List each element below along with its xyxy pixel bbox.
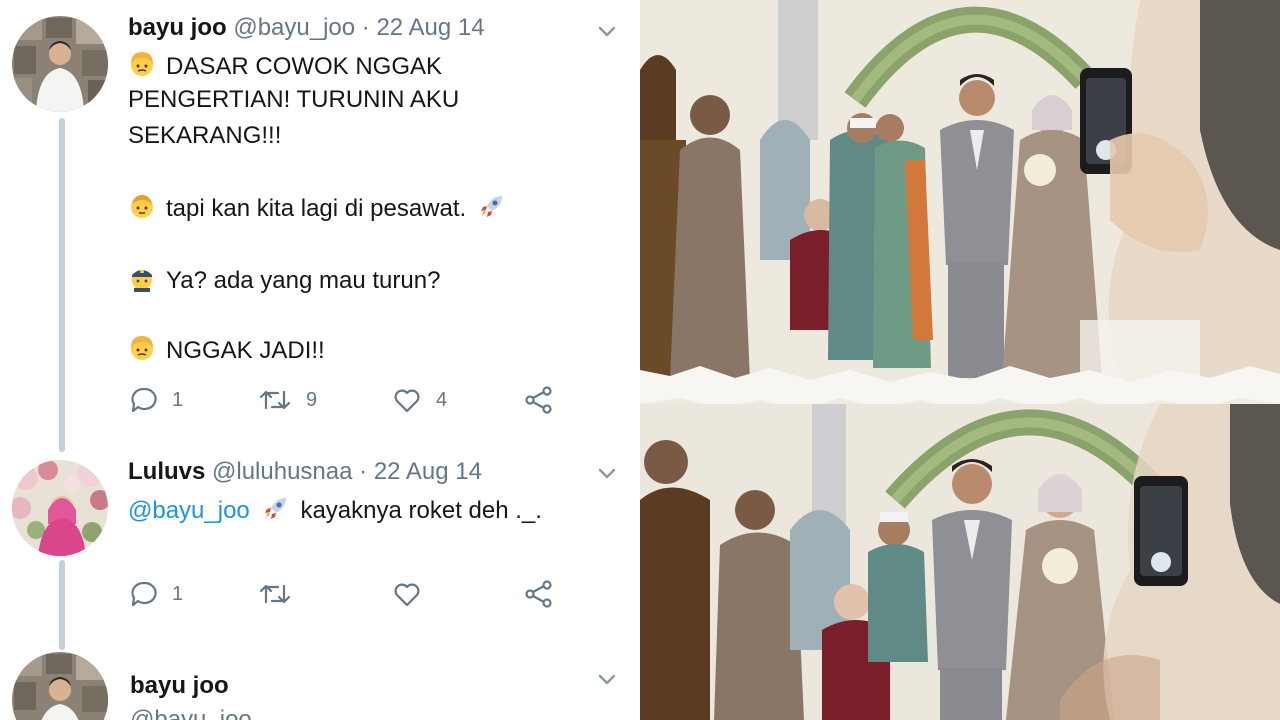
separator: ·	[352, 458, 374, 485]
wedding-photo-top	[640, 0, 1280, 380]
police-officer-emoji	[128, 264, 156, 299]
retweet-icon	[259, 390, 291, 410]
tweet-text: tapi kan kita lagi di pesawat.	[166, 195, 467, 222]
angry-blonde-emoji	[128, 334, 156, 369]
avatar[interactable]	[12, 16, 108, 112]
author-name[interactable]: Luluvs	[128, 458, 205, 485]
reply-button[interactable]: 1	[130, 580, 183, 608]
tweet-text-line: NGGAK JADI!!	[128, 334, 325, 369]
tweet-text-line: @bayu_joo kayaknya roket deh ._.	[128, 494, 542, 529]
reply-icon	[131, 387, 157, 413]
mention-link[interactable]: @bayu_joo	[128, 497, 250, 524]
tweet-text-line: PENGERTIAN! TURUNIN AKU	[128, 86, 459, 114]
author-name[interactable]: bayu joo	[128, 14, 227, 41]
author-handle[interactable]: @bayu_joo	[130, 706, 252, 720]
tweet-text: Ya? ada yang mau turun?	[166, 267, 441, 294]
chevron-down-icon[interactable]	[596, 20, 618, 42]
rocket-emoji	[478, 192, 506, 227]
share-button[interactable]	[524, 386, 554, 414]
separator: ·	[355, 14, 377, 41]
tweet-date[interactable]: 22 Aug 14	[376, 14, 484, 41]
retweet-icon	[259, 584, 291, 604]
tweet-text-line: tapi kan kita lagi di pesawat.	[128, 192, 516, 227]
tweet-thread: bayu joo @bayu_joo · 22 Aug 14 DASAR COW…	[0, 0, 640, 720]
rocket-emoji	[262, 494, 290, 529]
tweet-text: NGGAK JADI!!	[166, 337, 325, 364]
angry-blonde-emoji	[128, 50, 156, 85]
retweet-button[interactable]	[258, 580, 292, 608]
tweet-text: PENGERTIAN! TURUNIN AKU	[128, 86, 460, 113]
avatar[interactable]	[12, 652, 108, 720]
wedding-photo	[640, 0, 1280, 720]
author-handle[interactable]: @bayu_joo	[233, 14, 355, 41]
thread-connector	[59, 560, 65, 650]
wedding-photo-bottom	[640, 404, 1280, 720]
heart-icon	[394, 583, 420, 607]
share-icon	[525, 386, 552, 414]
tweet-text-line: DASAR COWOK NGGAK	[128, 50, 442, 85]
like-button[interactable]: 4	[392, 386, 447, 414]
tweet-text-line: SEKARANG!!!	[128, 122, 281, 150]
man-emoji	[128, 192, 156, 227]
tweet-text: SEKARANG!!!	[128, 122, 282, 149]
tweet-text-line: Ya? ada yang mau turun?	[128, 264, 440, 299]
tweet-text: kayaknya roket deh ._.	[300, 497, 542, 524]
author-handle[interactable]: @luluhusnaa	[212, 458, 352, 485]
heart-icon	[394, 389, 420, 413]
retweet-count: 9	[306, 388, 318, 411]
like-button[interactable]	[392, 580, 422, 608]
tweet-date[interactable]: 22 Aug 14	[374, 458, 482, 485]
chevron-down-icon[interactable]	[596, 462, 618, 484]
reply-count: 1	[172, 388, 184, 411]
reply-button[interactable]: 1	[130, 386, 183, 414]
share-button[interactable]	[524, 580, 554, 608]
share-icon	[525, 580, 552, 608]
author-name[interactable]: bayu joo	[130, 672, 229, 700]
reply-icon	[131, 581, 157, 607]
tweet-text: DASAR COWOK NGGAK	[166, 53, 443, 80]
tweet-author-line: Luluvs @luluhusnaa · 22 Aug 14	[128, 458, 482, 486]
tweet-author-line: bayu joo @bayu_joo · 22 Aug 14	[128, 14, 485, 42]
avatar[interactable]	[12, 460, 108, 556]
photo-collage	[640, 0, 1280, 720]
reply-count: 1	[172, 582, 184, 605]
like-count: 4	[436, 388, 448, 411]
chevron-down-icon[interactable]	[596, 668, 618, 690]
retweet-button[interactable]: 9	[258, 386, 317, 414]
thread-connector	[59, 118, 65, 452]
